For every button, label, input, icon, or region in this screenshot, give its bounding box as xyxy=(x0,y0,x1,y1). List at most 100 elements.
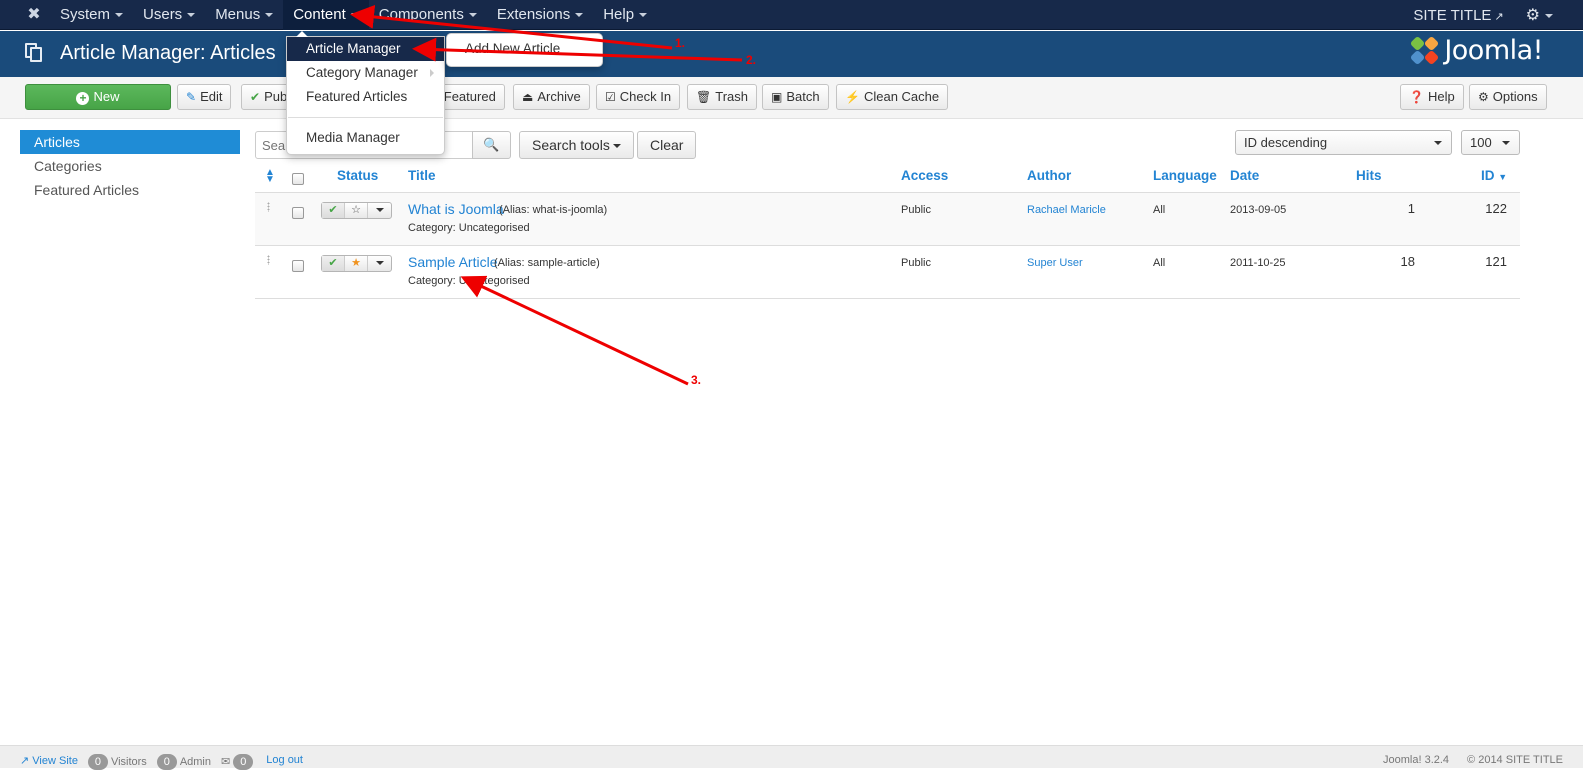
actions-dropdown[interactable] xyxy=(368,256,391,271)
caret-down-icon xyxy=(1545,13,1553,18)
annotation-label-2: 2. xyxy=(746,53,757,67)
sidebar-item-featured-articles[interactable]: Featured Articles xyxy=(20,178,240,202)
featured-toggle[interactable]: ★ xyxy=(345,256,368,271)
status-footer: ↗ View Site 0 Visitors 0 Admin ✉ 0 Log out… xyxy=(0,745,1583,770)
joomla-logo: Joomla! xyxy=(1410,35,1543,66)
column-access[interactable]: Access xyxy=(901,168,948,183)
menu-users[interactable]: Users xyxy=(133,0,205,30)
envelope-icon: ✉ xyxy=(221,756,234,768)
article-alias: (Alias: sample-article) xyxy=(494,257,600,269)
caret-down-icon xyxy=(375,261,384,266)
menu-system[interactable]: System xyxy=(50,0,133,30)
question-icon: ❓ xyxy=(1409,90,1424,104)
actions-dropdown[interactable] xyxy=(368,203,391,218)
content-dropdown-menu: Article Manager Category Manager Feature… xyxy=(286,31,445,155)
column-title[interactable]: Title xyxy=(408,168,436,183)
menu-divider xyxy=(288,117,443,118)
check-icon: ✔ xyxy=(250,90,261,104)
clean-cache-button[interactable]: ⚡ Clean Cache xyxy=(836,84,949,110)
trash-button[interactable]: 🗑 Trash xyxy=(687,84,757,110)
articles-table: ▲ ▼ Status Title Access Author Language D… xyxy=(255,163,1520,299)
article-hits: 18 xyxy=(1400,254,1415,269)
settings-menu[interactable]: ⚙ xyxy=(1526,5,1553,25)
new-button[interactable]: + New xyxy=(25,84,171,110)
search-button[interactable]: 🔍 xyxy=(472,131,511,159)
featured-toggle[interactable]: ☆ xyxy=(345,203,368,218)
article-author-link[interactable]: Super User xyxy=(1027,257,1083,269)
toolbar: +New ✎Edit ✔Publish ★Featured ⏏Archive ☑… xyxy=(0,77,1583,119)
select-all-checkbox[interactable] xyxy=(292,173,304,185)
caret-down-icon xyxy=(115,13,124,18)
article-id: 121 xyxy=(1485,254,1507,269)
drag-handle-icon[interactable] xyxy=(267,202,270,212)
caret-down-icon xyxy=(1434,141,1442,145)
sidebar: Articles Categories Featured Articles xyxy=(20,130,240,202)
row-checkbox[interactable] xyxy=(292,260,304,272)
check-in-button[interactable]: ☑ Check In xyxy=(596,84,681,110)
published-toggle[interactable]: ✔ xyxy=(322,256,345,271)
archive-button[interactable]: ⏏ Archive xyxy=(513,84,590,110)
version-text: Joomla! 3.2.4 xyxy=(1383,754,1450,766)
table-row: ✔ ★ Sample Article (Alias: sample-articl… xyxy=(255,246,1520,299)
row-checkbox[interactable] xyxy=(292,207,304,219)
article-title-link[interactable]: Sample Article xyxy=(408,254,497,270)
options-button[interactable]: ⚙ Options xyxy=(1469,84,1547,110)
edit-button[interactable]: ✎ Edit xyxy=(177,84,232,110)
menu-item-article-manager[interactable]: Article Manager xyxy=(287,37,444,61)
caret-down-icon xyxy=(639,13,648,18)
article-title-link[interactable]: What is Joomla xyxy=(408,201,504,217)
drag-handle-icon[interactable] xyxy=(267,255,270,265)
copyright-text: © 2014 SITE TITLE xyxy=(1467,754,1563,766)
table-header: ▲ ▼ Status Title Access Author Language D… xyxy=(255,163,1520,193)
lightning-icon: ⚡ xyxy=(845,90,860,104)
article-hits: 1 xyxy=(1407,201,1415,216)
article-access: Public xyxy=(901,204,931,216)
external-link-icon: ↗ xyxy=(20,755,33,767)
column-language[interactable]: Language xyxy=(1153,168,1217,183)
footer-right: Joomla! 3.2.4 © 2014 SITE TITLE xyxy=(1383,754,1563,766)
status-controls: ✔ ★ xyxy=(321,255,392,272)
caret-down-icon xyxy=(1502,141,1510,145)
menu-item-add-new-article[interactable]: Add New Article xyxy=(447,34,602,64)
help-button[interactable]: ❓ Help xyxy=(1400,84,1464,110)
menu-menus[interactable]: Menus xyxy=(205,0,283,30)
column-author[interactable]: Author xyxy=(1027,168,1071,183)
edit-icon: ✎ xyxy=(186,90,197,104)
column-id[interactable]: ID ▼ xyxy=(1481,168,1507,183)
checkbox-icon: ☑ xyxy=(605,90,616,104)
joomla-logo-icon xyxy=(1410,35,1440,66)
table-row: ✔ ☆ What is Joomla (Alias: what-is-jooml… xyxy=(255,193,1520,246)
ordering-select[interactable]: ID descending xyxy=(1235,130,1452,155)
clear-button[interactable]: Clear xyxy=(637,131,697,159)
caret-down-icon xyxy=(612,144,621,149)
copy-icon xyxy=(25,43,45,63)
sidebar-item-categories[interactable]: Categories xyxy=(20,154,240,178)
sort-icon[interactable]: ▲ ▼ xyxy=(265,168,275,185)
menu-content[interactable]: Content xyxy=(283,0,369,30)
article-language: All xyxy=(1153,257,1166,269)
column-status[interactable]: Status xyxy=(337,168,378,183)
menu-extensions[interactable]: Extensions xyxy=(487,0,593,30)
caret-down-icon xyxy=(575,13,584,18)
trash-icon: 🗑 xyxy=(696,90,712,104)
article-author-link[interactable]: Rachael Maricle xyxy=(1027,204,1106,216)
batch-button[interactable]: ▣ Batch xyxy=(762,84,829,110)
published-toggle[interactable]: ✔ xyxy=(322,203,345,218)
article-id: 122 xyxy=(1485,201,1507,216)
menu-components[interactable]: Components xyxy=(369,0,487,30)
column-hits[interactable]: Hits xyxy=(1356,168,1382,183)
site-title-link[interactable]: SITE TITLE ↗ xyxy=(1413,7,1503,24)
column-date[interactable]: Date xyxy=(1230,168,1259,183)
menu-item-category-manager[interactable]: Category Manager xyxy=(287,61,444,85)
joomla-icon[interactable]: ✖ xyxy=(25,6,43,24)
article-manager-submenu: Add New Article xyxy=(446,33,603,67)
sidebar-item-articles[interactable]: Articles xyxy=(20,130,240,154)
search-tools-button[interactable]: Search tools xyxy=(519,131,634,159)
menu-help[interactable]: Help xyxy=(593,0,657,30)
caret-down-icon xyxy=(265,13,274,18)
menu-item-featured-articles[interactable]: Featured Articles xyxy=(287,85,444,109)
article-category: Category: Uncategorised xyxy=(408,275,530,287)
limit-select[interactable]: 100 xyxy=(1461,130,1520,155)
external-link-icon: ↗ xyxy=(1494,10,1504,23)
menu-item-media-manager[interactable]: Media Manager xyxy=(287,126,444,150)
